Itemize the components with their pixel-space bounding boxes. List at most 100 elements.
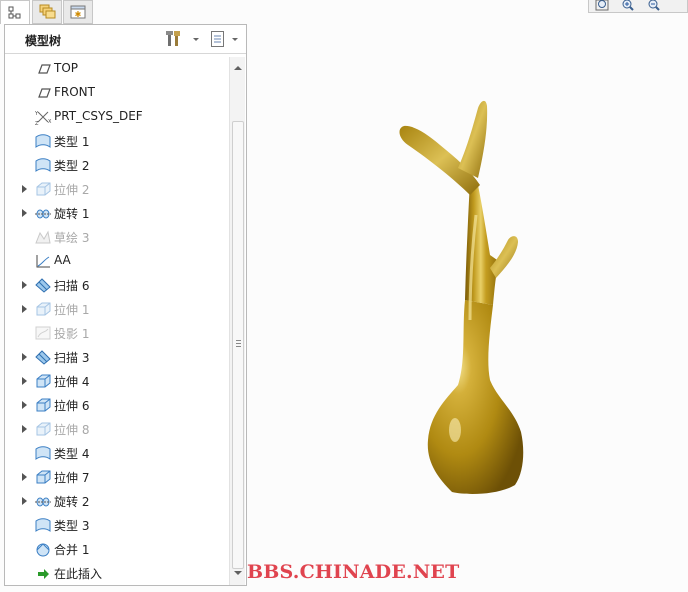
datum-curve-icon (34, 252, 52, 270)
zoom-fit-button[interactable] (589, 0, 615, 12)
expand-arrow-icon[interactable] (21, 297, 29, 321)
view-toolbar (588, 0, 688, 13)
tree-item-label: 拉伸 6 (54, 399, 90, 413)
scroll-up-button[interactable] (231, 60, 245, 76)
sketch-icon (34, 228, 52, 246)
expand-arrow-icon[interactable] (21, 201, 29, 225)
tree-item[interactable]: TOP (5, 57, 229, 81)
model-tree: TOP FRONT Y Z X PRT_CSYS_DEF 类型 1 类型 2 拉伸 2 旋转 1草… (5, 57, 229, 585)
scroll-down-button[interactable] (231, 565, 245, 581)
expand-arrow-icon[interactable] (21, 369, 29, 393)
sweep-icon (34, 348, 52, 366)
tree-item-label: TOP (54, 61, 79, 75)
extrude-icon (34, 420, 52, 438)
expand-arrow-icon[interactable] (21, 417, 29, 441)
tree-item[interactable]: 扫描 6 (5, 273, 229, 297)
folders-icon (39, 4, 56, 19)
tree-item[interactable]: 投影 1 (5, 321, 229, 345)
folder-browser-tab[interactable] (32, 0, 62, 24)
surface-icon (34, 132, 52, 150)
tree-item-label: 扫描 3 (54, 351, 90, 365)
merge-icon (34, 540, 52, 558)
tree-scrollbar[interactable] (229, 57, 245, 585)
tree-item-label: 类型 4 (54, 447, 90, 461)
tree-item[interactable]: 在此插入 (5, 561, 229, 585)
datum-plane-icon (34, 84, 52, 102)
tools-icon (166, 31, 180, 46)
zoom-out-button[interactable] (641, 0, 667, 12)
tree-item[interactable]: Y Z X PRT_CSYS_DEF (5, 105, 229, 129)
tree-item[interactable]: 拉伸 8 (5, 417, 229, 441)
extrude-icon (34, 372, 52, 390)
revolve-icon (34, 492, 52, 510)
tree-item[interactable]: 拉伸 2 (5, 177, 229, 201)
chevron-down-icon (193, 38, 199, 41)
tree-item[interactable]: 拉伸 1 (5, 297, 229, 321)
tree-item-label: 类型 1 (54, 135, 90, 149)
extrude-icon (34, 180, 52, 198)
tree-item-label: 合并 1 (54, 543, 90, 557)
tree-item[interactable]: 类型 2 (5, 153, 229, 177)
expand-arrow-icon[interactable] (21, 273, 29, 297)
favorites-tab[interactable]: ✱ (63, 0, 93, 24)
surface-icon (34, 444, 52, 462)
list-icon (211, 31, 224, 47)
surface-icon (34, 516, 52, 534)
tree-item[interactable]: 类型 1 (5, 129, 229, 153)
extrude-icon (34, 396, 52, 414)
settings-dropdown-button[interactable] (165, 29, 201, 49)
favorites-icon: ✱ (70, 5, 86, 19)
tree-item-label: 旋转 1 (54, 207, 90, 221)
tree-item[interactable]: 草绘 3 (5, 225, 229, 249)
zoom-in-button[interactable] (615, 0, 641, 12)
extrude-icon (34, 300, 52, 318)
csys-icon: YZX (34, 108, 52, 127)
extrude-icon (34, 468, 52, 486)
tree-item[interactable]: 拉伸 4 (5, 369, 229, 393)
right-branch (490, 236, 518, 278)
tree-item-label: 类型 2 (54, 159, 90, 173)
show-dropdown-button[interactable] (210, 29, 240, 49)
tree-item[interactable]: 类型 4 (5, 441, 229, 465)
model-tree-panel: 模型树 TOP FRONT Y Z X PRT_CSYS_DEF 类型 1 类型… (4, 24, 247, 586)
tree-item[interactable]: 合并 1 (5, 537, 229, 561)
expand-arrow-icon[interactable] (21, 465, 29, 489)
tree-item-label: 拉伸 8 (54, 423, 90, 437)
watermark-text: BBS.CHINADE.NET (247, 561, 460, 583)
arrow-down-icon (234, 571, 242, 575)
tree-item-label: 扫描 6 (54, 279, 90, 293)
surface-icon (34, 156, 52, 174)
tree-item-label: FRONT (54, 85, 95, 99)
tree-item-label: AA (54, 253, 71, 267)
model-3d-render (399, 100, 524, 494)
tree-item[interactable]: 拉伸 7 (5, 465, 229, 489)
model-tree-tab[interactable] (0, 0, 30, 24)
tree-item-label: PRT_CSYS_DEF (54, 109, 143, 123)
tree-item-label: 在此插入 (54, 567, 103, 581)
tree-item[interactable]: 扫描 3 (5, 345, 229, 369)
expand-arrow-icon[interactable] (21, 177, 29, 201)
svg-text:X: X (48, 119, 52, 125)
tree-item[interactable]: FRONT (5, 81, 229, 105)
expand-arrow-icon[interactable] (21, 393, 29, 417)
tree-item[interactable]: 类型 3 (5, 513, 229, 537)
tree-item-label: 草绘 3 (54, 231, 90, 245)
top-branch (458, 100, 488, 178)
scroll-thumb[interactable] (232, 121, 244, 569)
panel-header: 模型树 (5, 25, 246, 54)
graphics-viewport[interactable] (250, 14, 688, 592)
tree-item-label: 类型 3 (54, 519, 90, 533)
svg-text:Z: Z (35, 121, 39, 126)
expand-arrow-icon[interactable] (21, 489, 29, 513)
vase-body (427, 300, 524, 494)
expand-arrow-icon[interactable] (21, 345, 29, 369)
tree-item[interactable]: 旋转 1 (5, 201, 229, 225)
grip-icon (236, 340, 241, 349)
tree-item[interactable]: 拉伸 6 (5, 393, 229, 417)
tree-item-label: 拉伸 2 (54, 183, 90, 197)
zoom-out-icon (648, 0, 660, 11)
zoom-fit-icon (595, 0, 609, 11)
tree-item[interactable]: AA (5, 249, 229, 273)
svg-text:✱: ✱ (75, 10, 82, 19)
tree-item[interactable]: 旋转 2 (5, 489, 229, 513)
